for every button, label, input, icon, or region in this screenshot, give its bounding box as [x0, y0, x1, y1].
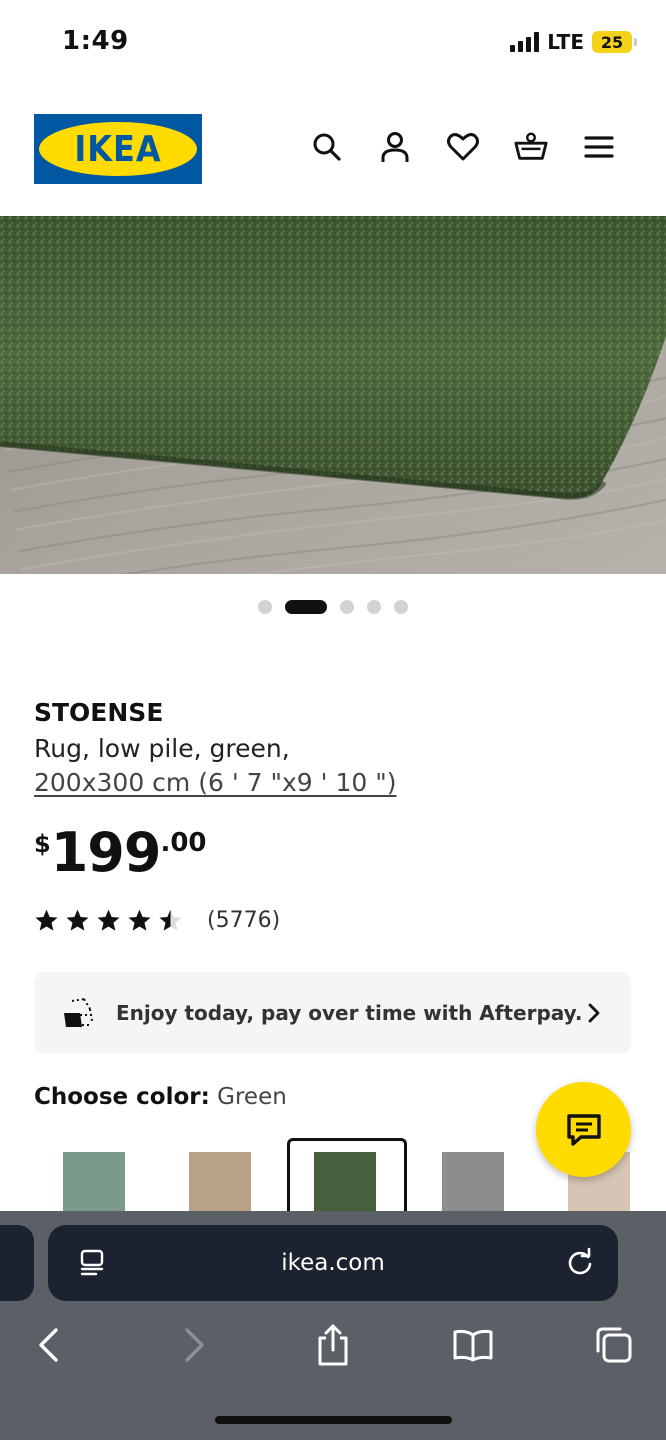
color-label-title: Choose color:	[34, 1084, 210, 1110]
browser-toolbar	[0, 1323, 666, 1383]
status-bar: 1:49 LTE 25	[0, 0, 666, 86]
review-count[interactable]: (5776)	[207, 908, 280, 933]
reload-icon[interactable]	[564, 1247, 596, 1279]
product-name: STOENSE	[34, 698, 164, 727]
url-text: ikea.com	[281, 1250, 385, 1276]
tabs-icon[interactable]	[592, 1323, 636, 1367]
carousel-dot[interactable]	[394, 600, 408, 614]
ikea-logo[interactable]: IKEA	[34, 114, 202, 184]
product-size-link[interactable]: 200x300 cm (6 ' 7 "x9 ' 10 ")	[34, 768, 396, 797]
carousel-dots	[0, 600, 666, 614]
share-icon[interactable]	[311, 1323, 355, 1367]
status-time: 1:49	[62, 26, 129, 56]
account-icon[interactable]	[378, 130, 412, 164]
price-currency: $	[34, 830, 51, 858]
product-description: Rug, low pile, green,	[34, 734, 290, 763]
star-icon	[66, 909, 89, 931]
bookmarks-icon[interactable]	[451, 1323, 495, 1367]
home-indicator	[215, 1416, 452, 1424]
forward-icon[interactable]	[172, 1323, 216, 1367]
network-label: LTE	[547, 30, 584, 54]
selected-color: Green	[217, 1084, 287, 1110]
menu-icon[interactable]	[582, 130, 616, 164]
status-indicators: LTE 25	[510, 30, 637, 54]
browser-bottom-bar: ikea.com	[0, 1211, 666, 1440]
color-swatch[interactable]	[63, 1152, 125, 1212]
product-price: $ 199 .00	[34, 822, 207, 884]
page-menu-icon[interactable]	[76, 1247, 108, 1279]
color-selector-label: Choose color: Green	[34, 1084, 287, 1110]
heart-icon[interactable]	[446, 130, 480, 164]
price-integer: 199	[50, 821, 162, 884]
payment-icon	[64, 998, 93, 1027]
previous-tab-preview[interactable]	[0, 1225, 34, 1301]
cart-icon[interactable]	[514, 130, 548, 164]
chat-button[interactable]	[536, 1082, 631, 1177]
color-swatch[interactable]	[189, 1152, 251, 1212]
afterpay-text: Enjoy today, pay over time with Afterpay…	[116, 1001, 583, 1025]
back-icon[interactable]	[27, 1323, 71, 1367]
product-rating[interactable]: (5776)	[34, 908, 280, 933]
carousel-dot-active[interactable]	[285, 600, 327, 614]
color-swatch[interactable]	[442, 1152, 504, 1212]
half-star-icon	[159, 909, 182, 931]
search-icon[interactable]	[310, 130, 344, 164]
afterpay-banner[interactable]: Enjoy today, pay over time with Afterpay…	[34, 972, 631, 1054]
carousel-dot[interactable]	[258, 600, 272, 614]
rating-stars	[34, 908, 183, 933]
signal-icon	[510, 32, 540, 52]
logo-text: IKEA	[74, 128, 162, 170]
star-icon	[128, 909, 151, 931]
star-icon	[97, 909, 120, 931]
header-actions	[310, 130, 616, 164]
star-icon	[35, 909, 58, 931]
price-decimal: .00	[160, 828, 207, 858]
logo-oval: IKEA	[39, 122, 197, 176]
site-header: IKEA	[0, 86, 666, 216]
chat-icon	[566, 1113, 601, 1146]
carousel-dot[interactable]	[340, 600, 354, 614]
address-bar[interactable]: ikea.com	[48, 1225, 618, 1301]
carousel-dot[interactable]	[367, 600, 381, 614]
chevron-right-icon	[588, 1003, 600, 1023]
battery-icon: 25	[592, 31, 637, 53]
color-swatch-selected[interactable]	[314, 1152, 376, 1212]
product-image[interactable]	[0, 216, 666, 574]
